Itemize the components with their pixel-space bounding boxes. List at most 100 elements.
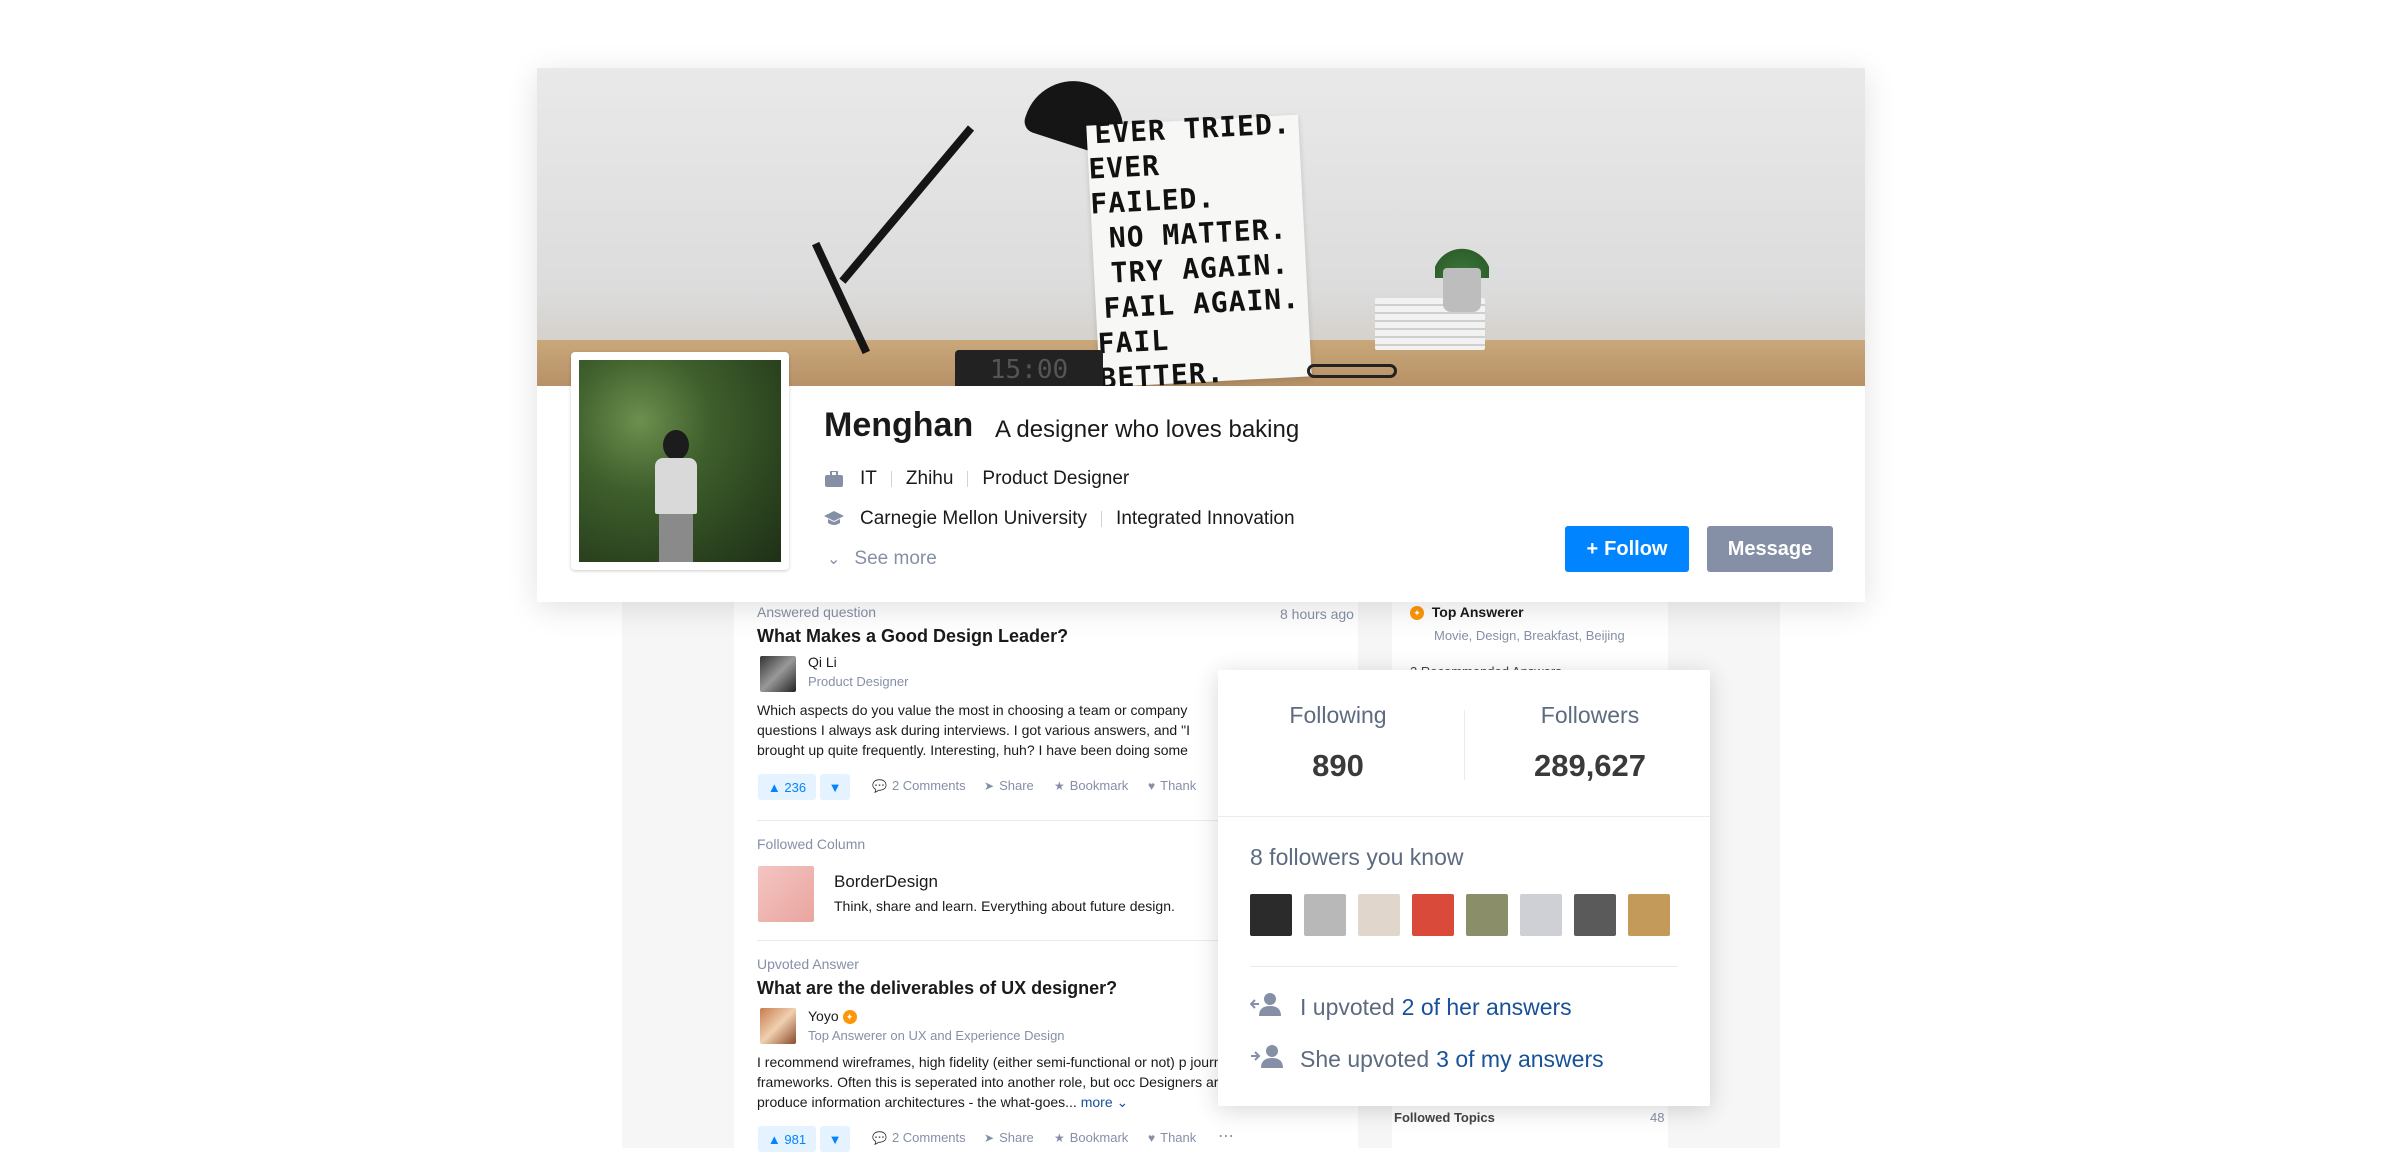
- followed-topics-count: 48: [1650, 1110, 1665, 1125]
- downvote-button[interactable]: ▼: [820, 1126, 850, 1152]
- author-headline: Product Designer: [808, 674, 909, 689]
- feed-item-time: 8 hours ago: [1280, 606, 1354, 622]
- follower-avatar[interactable]: [1466, 894, 1508, 936]
- see-more-link[interactable]: ⌄ See more: [827, 548, 937, 570]
- following-label[interactable]: Following: [1218, 702, 1458, 729]
- author-name[interactable]: Qi Li: [808, 654, 837, 670]
- follow-label: Follow: [1604, 537, 1668, 560]
- cover-clock: 15:00: [955, 350, 1103, 386]
- stat-divider: [1464, 710, 1465, 780]
- follower-stats-popup: Following 890 Followers 289,627 8 follow…: [1218, 670, 1710, 1106]
- user-upvote-in-icon: [1250, 1044, 1286, 1074]
- comment-icon: 💬: [872, 778, 887, 793]
- i-upvoted-text: I upvoted: [1300, 993, 1395, 1020]
- more-actions-button[interactable]: ⋯: [1218, 1126, 1234, 1146]
- heart-icon: ♥: [1148, 1130, 1156, 1145]
- star-icon: ★: [1054, 778, 1065, 793]
- author-name-text: Yoyo: [808, 1008, 839, 1024]
- separator: [890, 471, 892, 487]
- follower-avatar[interactable]: [1250, 894, 1292, 936]
- cover-pot: [1443, 268, 1481, 312]
- bookmark-button[interactable]: ★ Bookmark: [1054, 1130, 1128, 1145]
- upvote-icon: ▲: [767, 779, 781, 795]
- feed-item-title[interactable]: What Makes a Good Design Leader?: [757, 626, 1068, 647]
- thank-label: Thank: [1160, 778, 1197, 793]
- industry-text: IT: [860, 468, 877, 489]
- author-avatar[interactable]: [760, 1008, 796, 1044]
- cover-poster: EVER TRIED. EVER FAILED. NO MATTER. TRY …: [1086, 107, 1312, 386]
- answer-excerpt-text: I recommend wireframes, high fidelity (e…: [757, 1054, 1284, 1110]
- answer-excerpt[interactable]: Which aspects do you value the most in c…: [757, 700, 1227, 760]
- upvote-button[interactable]: ▲ 236: [758, 774, 816, 800]
- thank-button[interactable]: ♥ Thank: [1148, 778, 1196, 793]
- follower-avatar[interactable]: [1628, 894, 1670, 936]
- author-name[interactable]: Yoyo ✦: [808, 1008, 857, 1025]
- comments-button[interactable]: 💬 2 Comments: [872, 778, 966, 793]
- follower-avatar[interactable]: [1412, 894, 1454, 936]
- upvote-count: 981: [784, 1131, 807, 1147]
- feed-item-title[interactable]: What are the deliverables of UX designer…: [757, 978, 1117, 999]
- bookmark-label: Bookmark: [1069, 778, 1129, 793]
- feed-item-label: Upvoted Answer: [757, 956, 859, 972]
- see-more-label: See more: [854, 548, 937, 569]
- briefcase-icon: [824, 469, 844, 489]
- message-label: Message: [1727, 537, 1813, 560]
- answer-excerpt[interactable]: I recommend wireframes, high fidelity (e…: [757, 1052, 1297, 1112]
- separator: [1101, 511, 1103, 527]
- share-button[interactable]: ➤ Share: [984, 1130, 1034, 1145]
- followed-topics-label[interactable]: Followed Topics: [1394, 1110, 1495, 1125]
- top-answerer-topics: Movie, Design, Breakfast, Beijing: [1434, 628, 1625, 643]
- followers-label[interactable]: Followers: [1470, 702, 1710, 729]
- star-icon: ★: [1054, 1130, 1065, 1145]
- achievement-badge-icon: ✦: [1410, 606, 1424, 621]
- poster-line: FAIL BETTER.: [1096, 323, 1226, 386]
- follower-avatar[interactable]: [1520, 894, 1562, 936]
- comments-button[interactable]: 💬 2 Comments: [872, 1130, 966, 1145]
- avatar-person: [651, 430, 701, 562]
- thank-button[interactable]: ♥ Thank: [1148, 1130, 1196, 1145]
- poster-line: EVER FAILED.: [1087, 148, 1217, 221]
- user-upvote-out-icon: [1249, 992, 1286, 1022]
- profile-avatar[interactable]: [571, 352, 789, 570]
- i-upvoted-link[interactable]: 2 of her answers: [1402, 994, 1572, 1021]
- follower-avatar[interactable]: [1358, 894, 1400, 936]
- downvote-button[interactable]: ▼: [820, 774, 850, 800]
- profile-headline: A designer who loves baking: [995, 416, 1300, 443]
- top-answerer-title: Top Answerer: [1431, 604, 1524, 620]
- comments-label: 2 Comments: [891, 1130, 966, 1145]
- share-icon: ➤: [984, 1130, 995, 1145]
- education-row: Carnegie Mellon University Integrated In…: [824, 508, 1295, 530]
- thank-label: Thank: [1160, 1130, 1197, 1145]
- known-followers-list: [1250, 894, 1670, 936]
- heart-icon: ♥: [1148, 778, 1156, 793]
- share-button[interactable]: ➤ Share: [984, 778, 1034, 793]
- bookmark-button[interactable]: ★ Bookmark: [1054, 778, 1128, 793]
- cover-lamp-arm: [839, 125, 975, 284]
- comments-label: 2 Comments: [891, 778, 966, 793]
- she-upvoted-link[interactable]: 3 of my answers: [1436, 1046, 1603, 1073]
- divider: [1250, 966, 1678, 967]
- divider: [1218, 816, 1710, 817]
- column-cover[interactable]: [758, 866, 814, 922]
- bookmark-label: Bookmark: [1069, 1130, 1129, 1145]
- employment-row: IT Zhihu Product Designer: [824, 468, 1129, 490]
- cover-glasses: [1307, 364, 1397, 378]
- following-count[interactable]: 890: [1218, 748, 1458, 784]
- column-title[interactable]: BorderDesign: [834, 872, 938, 892]
- follow-button[interactable]: + Follow: [1565, 526, 1689, 572]
- school-text: Carnegie Mellon University: [860, 508, 1088, 529]
- ellipsis-icon: ⋯: [1218, 1128, 1234, 1145]
- message-button[interactable]: Message: [1707, 526, 1833, 572]
- share-icon: ➤: [984, 778, 995, 793]
- followers-you-know-title: 8 followers you know: [1250, 844, 1464, 870]
- author-avatar[interactable]: [760, 656, 796, 692]
- author-headline: Top Answerer on UX and Experience Design: [808, 1028, 1065, 1043]
- upvote-button[interactable]: ▲ 981: [758, 1126, 816, 1152]
- top-answerer[interactable]: ✦ Top Answerer: [1410, 604, 1524, 621]
- profile-header-card: EVER TRIED. EVER FAILED. NO MATTER. TRY …: [537, 68, 1865, 602]
- follower-avatar[interactable]: [1574, 894, 1616, 936]
- followers-count[interactable]: 289,627: [1470, 748, 1710, 784]
- more-link[interactable]: more ⌄: [1081, 1094, 1129, 1110]
- profile-name: Menghan: [824, 406, 974, 444]
- follower-avatar[interactable]: [1304, 894, 1346, 936]
